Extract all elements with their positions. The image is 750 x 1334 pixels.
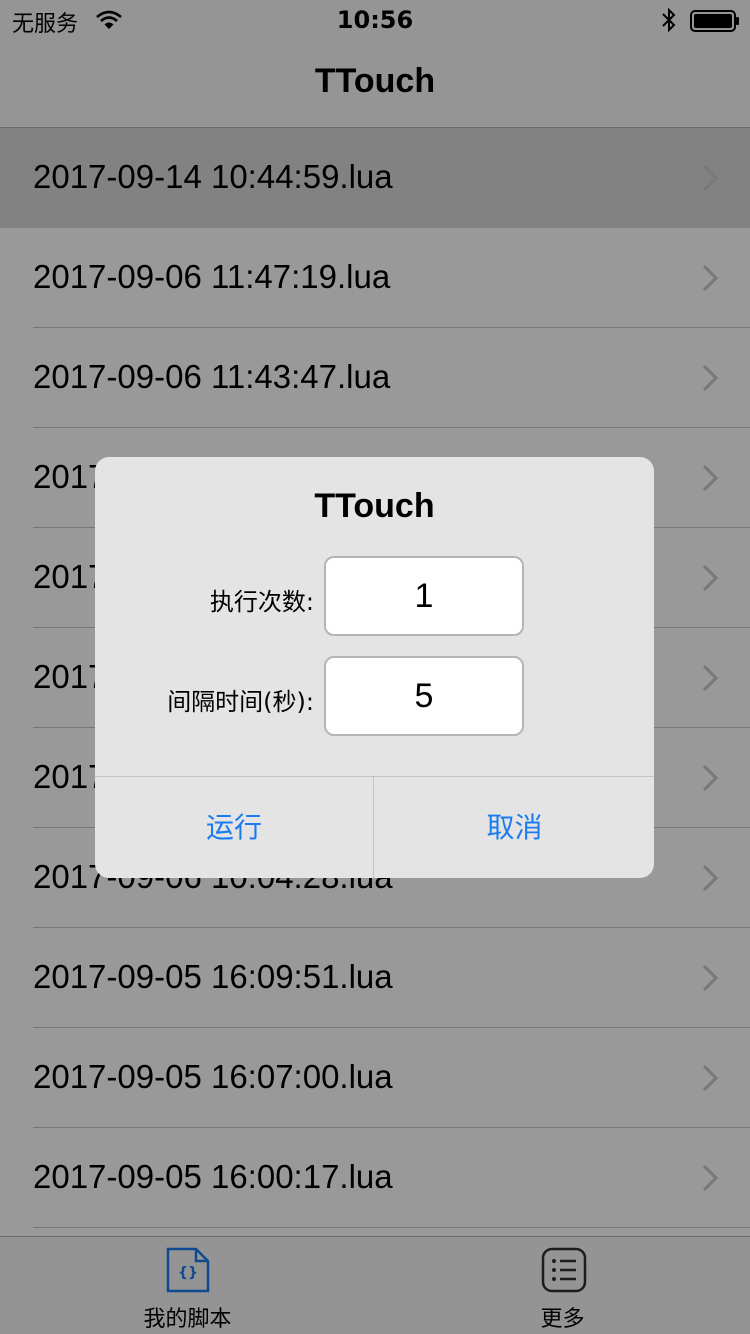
run-settings-alert: TTouch 执行次数: 1 间隔时间(秒): 5 运行 取消 [95,457,654,878]
run-button[interactable]: 运行 [95,777,374,878]
run-count-label: 执行次数: [209,588,314,616]
alert-title: TTouch [314,487,435,525]
alert-actions: 运行 取消 [95,776,654,878]
interval-label: 间隔时间(秒): [167,688,314,716]
interval-input[interactable]: 5 [324,656,524,736]
cancel-button[interactable]: 取消 [375,777,654,878]
run-count-input[interactable]: 1 [324,556,524,636]
